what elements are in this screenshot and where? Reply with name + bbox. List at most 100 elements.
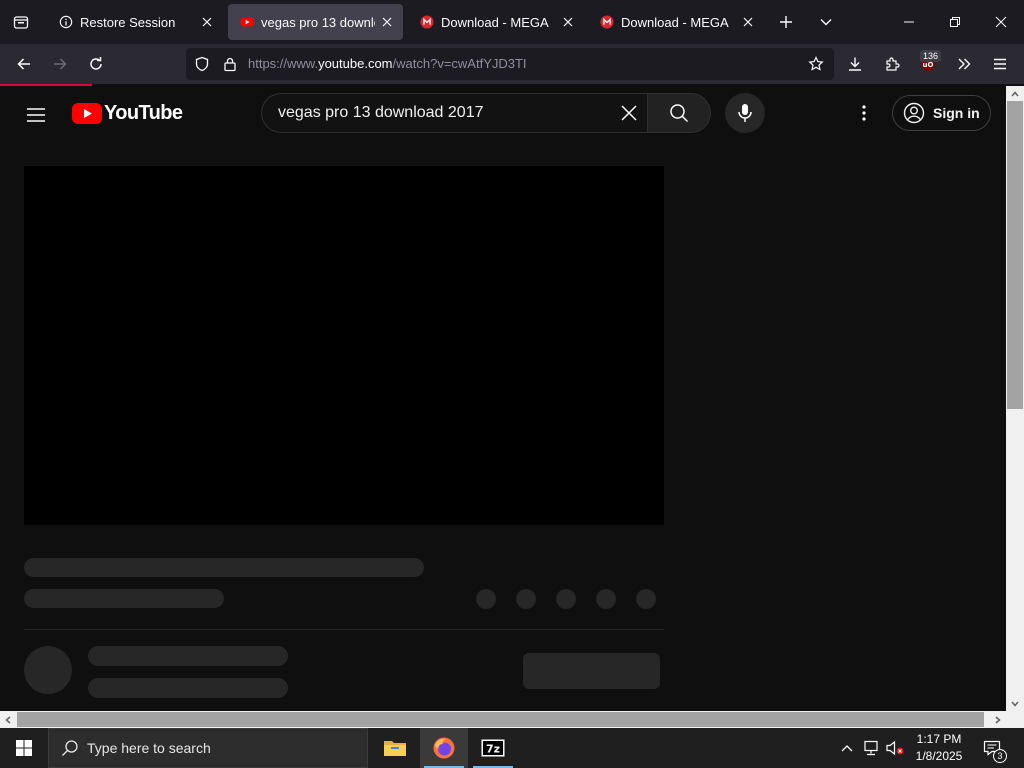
file-explorer-button[interactable] — [371, 728, 419, 768]
action-placeholder — [556, 589, 576, 609]
scroll-up-arrow[interactable] — [1006, 86, 1024, 101]
tab-title: Download - MEGA — [441, 14, 549, 30]
search-input[interactable] — [278, 102, 608, 124]
search-icon — [62, 740, 78, 756]
url-text[interactable]: https://www.youtube.com/watch?v=cwAtfYJD… — [248, 56, 527, 71]
close-icon — [743, 17, 753, 27]
hamburger-menu-icon — [994, 58, 1006, 70]
action-placeholder — [636, 589, 656, 609]
close-icon — [621, 105, 637, 121]
app-menu-button[interactable] — [984, 48, 1016, 80]
search-button[interactable] — [647, 93, 711, 133]
chevron-up-icon — [841, 745, 853, 752]
guide-menu-button[interactable] — [18, 97, 54, 133]
vertical-scroll-thumb[interactable] — [1007, 101, 1023, 409]
chevron-right-icon — [995, 715, 1001, 724]
horizontal-scroll-thumb[interactable] — [17, 712, 984, 727]
tab-restore-session[interactable]: Restore Session — [47, 4, 223, 40]
double-chevron-right-icon — [958, 58, 971, 70]
restore-button[interactable] — [932, 0, 978, 44]
clock-time: 1:17 PM — [916, 732, 962, 746]
mega-favicon-icon — [420, 15, 434, 29]
close-tab-button[interactable] — [556, 10, 580, 34]
puzzle-icon — [886, 57, 900, 71]
shield-icon — [195, 56, 209, 72]
forward-button[interactable] — [44, 48, 76, 80]
network-button[interactable] — [861, 738, 881, 758]
youtube-logo[interactable]: YouTube — [72, 102, 183, 125]
account-circle-icon — [903, 102, 925, 124]
close-tab-button[interactable] — [736, 10, 760, 34]
volume-muted-icon — [886, 740, 904, 756]
horizontal-scrollbar[interactable] — [0, 711, 1006, 728]
close-tab-button[interactable] — [195, 10, 219, 34]
reload-button[interactable] — [80, 48, 112, 80]
youtube-page: YouTube Sign in — [0, 86, 1006, 711]
tracking-protection-button[interactable] — [194, 56, 210, 72]
youtube-favicon-icon — [240, 17, 254, 27]
firefox-taskbar-button[interactable] — [420, 728, 468, 768]
download-icon — [849, 57, 861, 71]
bookmark-button[interactable] — [808, 56, 824, 72]
tab-mega-1[interactable]: Download - MEGA — [408, 4, 584, 40]
microphone-icon — [738, 104, 752, 122]
plus-icon — [780, 16, 792, 28]
tab-youtube[interactable]: vegas pro 13 download — [228, 4, 403, 40]
firefox-view-button[interactable] — [0, 0, 42, 44]
sign-in-button[interactable]: Sign in — [892, 95, 991, 131]
new-tab-button[interactable] — [770, 0, 802, 44]
clear-search-button[interactable] — [612, 98, 646, 128]
tab-title: Restore Session — [80, 14, 176, 30]
browser-tab-bar: Restore Session vegas pro 13 download Do… — [0, 0, 1024, 44]
title-placeholder — [24, 558, 424, 577]
video-player[interactable] — [24, 166, 664, 525]
file-explorer-icon — [384, 741, 406, 756]
info-icon — [59, 15, 73, 29]
chevron-left-icon — [5, 715, 11, 724]
close-icon — [382, 17, 392, 27]
downloads-button[interactable] — [839, 48, 871, 80]
action-placeholder — [596, 589, 616, 609]
windows-taskbar: Type here to search 7z 1:17 PM 1/8/2025 … — [0, 728, 1024, 768]
lock-icon — [224, 57, 236, 72]
start-button[interactable] — [0, 728, 48, 768]
more-tools-button[interactable] — [948, 48, 980, 80]
tab-mega-2[interactable]: Download - MEGA — [588, 4, 764, 40]
vertical-dots-icon — [862, 105, 866, 121]
taskbar-clock[interactable]: 1:17 PM 1/8/2025 — [908, 731, 970, 765]
tab-title: vegas pro 13 download — [261, 14, 375, 30]
volume-button[interactable] — [885, 738, 905, 758]
back-button[interactable] — [8, 48, 40, 80]
windows-logo-icon — [16, 740, 32, 756]
7zip-icon: 7z — [481, 739, 505, 757]
firefox-icon — [433, 737, 455, 759]
notification-count-badge: 3 — [993, 749, 1007, 763]
show-hidden-icons-button[interactable] — [837, 738, 857, 758]
reload-icon — [90, 57, 102, 70]
restore-icon — [950, 17, 960, 27]
chevron-up-icon — [1011, 90, 1019, 96]
list-all-tabs-button[interactable] — [810, 0, 842, 44]
close-tab-button[interactable] — [375, 10, 399, 34]
taskbar-search-box[interactable]: Type here to search — [48, 728, 368, 768]
search-box[interactable] — [261, 93, 647, 133]
clock-date: 1/8/2025 — [915, 749, 963, 763]
network-icon — [864, 740, 878, 756]
7zip-taskbar-button[interactable]: 7z — [469, 728, 517, 768]
star-icon — [808, 56, 824, 71]
scroll-right-arrow[interactable] — [990, 712, 1006, 727]
tab-title: Download - MEGA — [621, 14, 729, 30]
scroll-down-arrow[interactable] — [1006, 696, 1024, 711]
settings-more-button[interactable] — [852, 99, 876, 127]
chevron-down-icon — [1011, 701, 1019, 707]
address-bar[interactable]: https://www.youtube.com/watch?v=cwAtfYJD… — [186, 48, 834, 80]
close-window-button[interactable] — [978, 0, 1024, 44]
extensions-button[interactable] — [876, 48, 908, 80]
vertical-scrollbar[interactable] — [1006, 86, 1024, 711]
minimize-button[interactable] — [886, 0, 932, 44]
scroll-left-arrow[interactable] — [0, 712, 16, 727]
site-info-button[interactable] — [222, 56, 238, 72]
action-placeholder — [476, 589, 496, 609]
browser-toolbar: https://www.youtube.com/watch?v=cwAtfYJD… — [0, 44, 1024, 84]
voice-search-button[interactable] — [725, 93, 765, 133]
